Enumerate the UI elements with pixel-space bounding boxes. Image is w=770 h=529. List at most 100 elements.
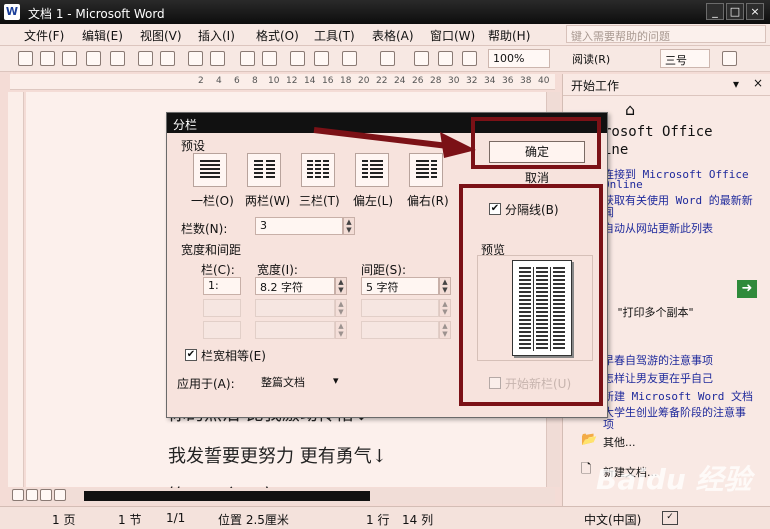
outline-view-icon[interactable] [54, 489, 66, 501]
research-icon[interactable] [210, 51, 225, 66]
scrollbar-thumb[interactable] [84, 491, 370, 501]
preset-one-column-button[interactable] [193, 153, 227, 187]
help-search-input[interactable]: 键入需要帮助的问题 [566, 25, 766, 43]
width-input [255, 321, 335, 339]
vertical-ruler[interactable] [8, 92, 24, 487]
spacing-input [361, 321, 439, 339]
preset-two-columns-label: 两栏(W) [245, 194, 291, 208]
horizontal-ruler[interactable]: 2 4 6 8 10 12 14 16 18 20 22 24 26 28 30… [10, 74, 555, 90]
spacing-spinner: ▲ ▼ [439, 299, 451, 317]
word-app-icon: W [4, 4, 20, 20]
ruler-tick: 2 [198, 76, 204, 86]
ruler-tick: 18 [340, 76, 352, 86]
close-button[interactable]: × [746, 3, 764, 20]
status-position: 位置 2.5厘米 [218, 513, 289, 527]
hyperlink-icon[interactable] [414, 51, 429, 66]
menu-window[interactable]: 窗口(W) [428, 26, 477, 45]
character-scaling-icon[interactable] [722, 51, 737, 66]
normal-view-icon[interactable] [12, 489, 24, 501]
close-icon[interactable]: × [753, 76, 763, 90]
link-auto-update[interactable]: 自动从网站更新此列表 [603, 220, 713, 236]
width-input[interactable]: 8.2 字符 [255, 277, 335, 295]
preset-one-column-label: 一栏(O) [191, 194, 234, 208]
zoom-select[interactable]: 100% [488, 49, 550, 68]
insert-table-icon[interactable] [462, 51, 477, 66]
menu-view[interactable]: 视图(V) [138, 26, 184, 45]
ruler-tick: 4 [216, 76, 222, 86]
dialog-title: 分栏 [173, 118, 198, 132]
column-number-field: 1: [203, 277, 241, 295]
menu-table[interactable]: 表格(A) [370, 26, 416, 45]
print-icon[interactable] [138, 51, 153, 66]
dropdown-arrow-icon[interactable]: ▾ [733, 77, 739, 91]
window-title: 文档 1 - Microsoft Word [28, 7, 165, 21]
paste-icon[interactable] [290, 51, 305, 66]
spacing-spinner[interactable]: ▲ ▼ [439, 277, 451, 295]
ruler-tick: 16 [322, 76, 334, 86]
preset-section-label: 预设 [181, 139, 206, 153]
maximize-button[interactable]: □ [726, 3, 744, 20]
ruler-tick: 14 [304, 76, 316, 86]
print-preview-icon[interactable] [160, 51, 175, 66]
spelling-icon[interactable] [188, 51, 203, 66]
permission-icon[interactable] [86, 51, 101, 66]
column-count-input[interactable]: 3 [255, 217, 343, 235]
status-section: 1 节 [118, 513, 142, 527]
menu-edit[interactable]: 编辑(E) [80, 26, 125, 45]
column-header: 栏(C): [201, 263, 235, 277]
other-link[interactable]: 其他... [603, 434, 636, 450]
ruler-tick: 26 [412, 76, 424, 86]
web-view-icon[interactable] [26, 489, 38, 501]
menu-tools[interactable]: 工具(T) [312, 26, 357, 45]
recent-doc-link[interactable]: 怎样让男友更在乎自己 [603, 370, 713, 386]
ruler-tick: 10 [268, 76, 280, 86]
save-icon[interactable] [62, 51, 77, 66]
menu-insert[interactable]: 插入(I) [196, 26, 237, 45]
apply-to-select[interactable]: 整篇文档 ▾ [257, 373, 347, 391]
tables-borders-icon[interactable] [438, 51, 453, 66]
arrow-right-icon[interactable]: ➜ [737, 280, 757, 298]
status-page: 1 页 [52, 513, 76, 527]
spelling-status-icon[interactable]: ✓ [662, 511, 678, 525]
preset-right-label: 偏右(R) [407, 194, 449, 208]
redo-icon[interactable] [380, 51, 395, 66]
ruler-tick: 28 [430, 76, 442, 86]
print-view-icon[interactable] [40, 489, 52, 501]
recent-doc-link[interactable]: 早春自驾游的注意事项 [603, 352, 713, 368]
spacing-spinner: ▲ ▼ [439, 321, 451, 339]
reading-layout-button[interactable]: 阅读(R) [568, 49, 628, 68]
chevron-down-icon: ▾ [333, 374, 339, 387]
recent-doc-link-cont[interactable]: 项 [603, 416, 614, 432]
spacing-header: 间距(S): [361, 263, 407, 277]
spacing-input[interactable]: 5 字符 [361, 277, 439, 295]
highlight-ok-box [471, 117, 601, 169]
minimize-button[interactable]: _ [706, 3, 724, 20]
recent-doc-link[interactable]: 大学生创业筹备阶段的注意事 [603, 404, 746, 420]
open-folder-icon[interactable] [40, 51, 55, 66]
recent-doc-link[interactable]: 新建 Microsoft Word 文档 [603, 388, 753, 404]
new-document-icon[interactable] [18, 51, 33, 66]
cut-icon[interactable] [240, 51, 255, 66]
column-count-spinner[interactable]: ▲ ▼ [343, 217, 355, 235]
width-spinner[interactable]: ▲ ▼ [335, 277, 347, 295]
link-latest-news[interactable]: 获取有关使用 Word 的最新新 [603, 192, 753, 208]
menu-help[interactable]: 帮助(H) [486, 26, 532, 45]
document-line: 我发誓要更努力 更有勇气↓ [168, 446, 387, 467]
equal-width-checkbox[interactable]: ✔ [185, 349, 197, 361]
equal-width-label: 栏宽相等(E) [201, 349, 266, 363]
horizontal-scrollbar[interactable] [10, 488, 555, 504]
preset-two-columns-button[interactable] [247, 153, 281, 187]
home-icon[interactable]: ⌂ [625, 100, 635, 119]
undo-icon[interactable] [342, 51, 357, 66]
apply-to-value: 整篇文档 [261, 376, 305, 389]
copy-icon[interactable] [262, 51, 277, 66]
link-online[interactable]: Online [603, 178, 643, 191]
office-online-heading: rosoft Office [603, 124, 713, 140]
menu-file[interactable]: 文件(F) [22, 26, 66, 45]
email-icon[interactable] [110, 51, 125, 66]
menu-format[interactable]: 格式(O) [254, 26, 301, 45]
format-painter-icon[interactable] [314, 51, 329, 66]
width-header: 宽度(I): [257, 263, 298, 277]
font-size-select[interactable]: 三号 [660, 49, 710, 68]
ruler-tick: 6 [234, 76, 240, 86]
